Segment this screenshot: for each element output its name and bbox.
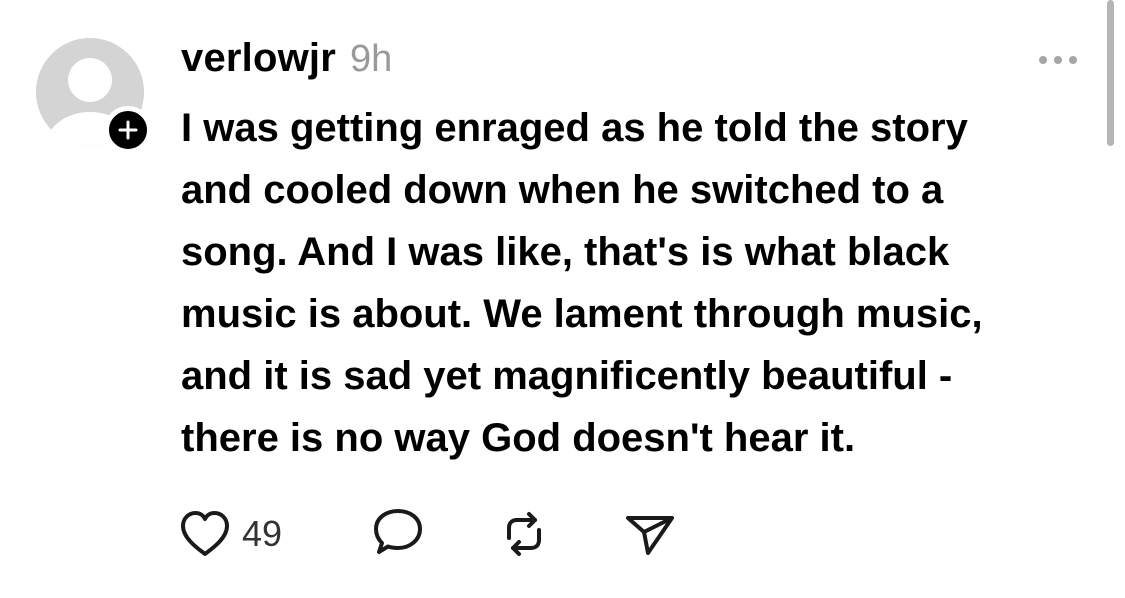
reply-button[interactable] <box>370 506 426 562</box>
heart-icon <box>181 511 229 556</box>
post-text-line: song. And I was like, that's is what bla… <box>181 230 950 274</box>
paper-plane-icon <box>626 516 674 555</box>
post-text-line: and it is sad yet magnificently beautifu… <box>181 354 953 398</box>
plus-icon <box>118 120 138 140</box>
username[interactable]: verlowjr <box>181 36 336 81</box>
scrollbar[interactable] <box>1107 0 1114 146</box>
repost-icon <box>507 512 541 556</box>
post-text: I was getting enraged as he told the sto… <box>181 97 1086 469</box>
more-options-button[interactable] <box>1034 48 1082 72</box>
post-text-line: and cooled down when he switched to a <box>181 168 944 212</box>
follow-button[interactable] <box>104 106 152 154</box>
repost-button[interactable] <box>496 506 552 562</box>
post-text-line: I was getting enraged as he told the sto… <box>181 106 968 150</box>
post-header: verlowjr 9h <box>181 36 392 88</box>
ellipsis-icon <box>1039 56 1077 64</box>
timestamp: 9h <box>350 38 393 80</box>
like-button[interactable]: 49 <box>178 506 282 562</box>
post-text-line: music is about. We lament through music, <box>181 292 983 336</box>
speech-bubble-icon <box>374 509 422 554</box>
like-count: 49 <box>242 513 283 554</box>
action-bar: 49 <box>178 506 698 562</box>
post-text-line: there is no way God doesn't hear it. <box>181 416 856 460</box>
share-button[interactable] <box>622 506 678 562</box>
